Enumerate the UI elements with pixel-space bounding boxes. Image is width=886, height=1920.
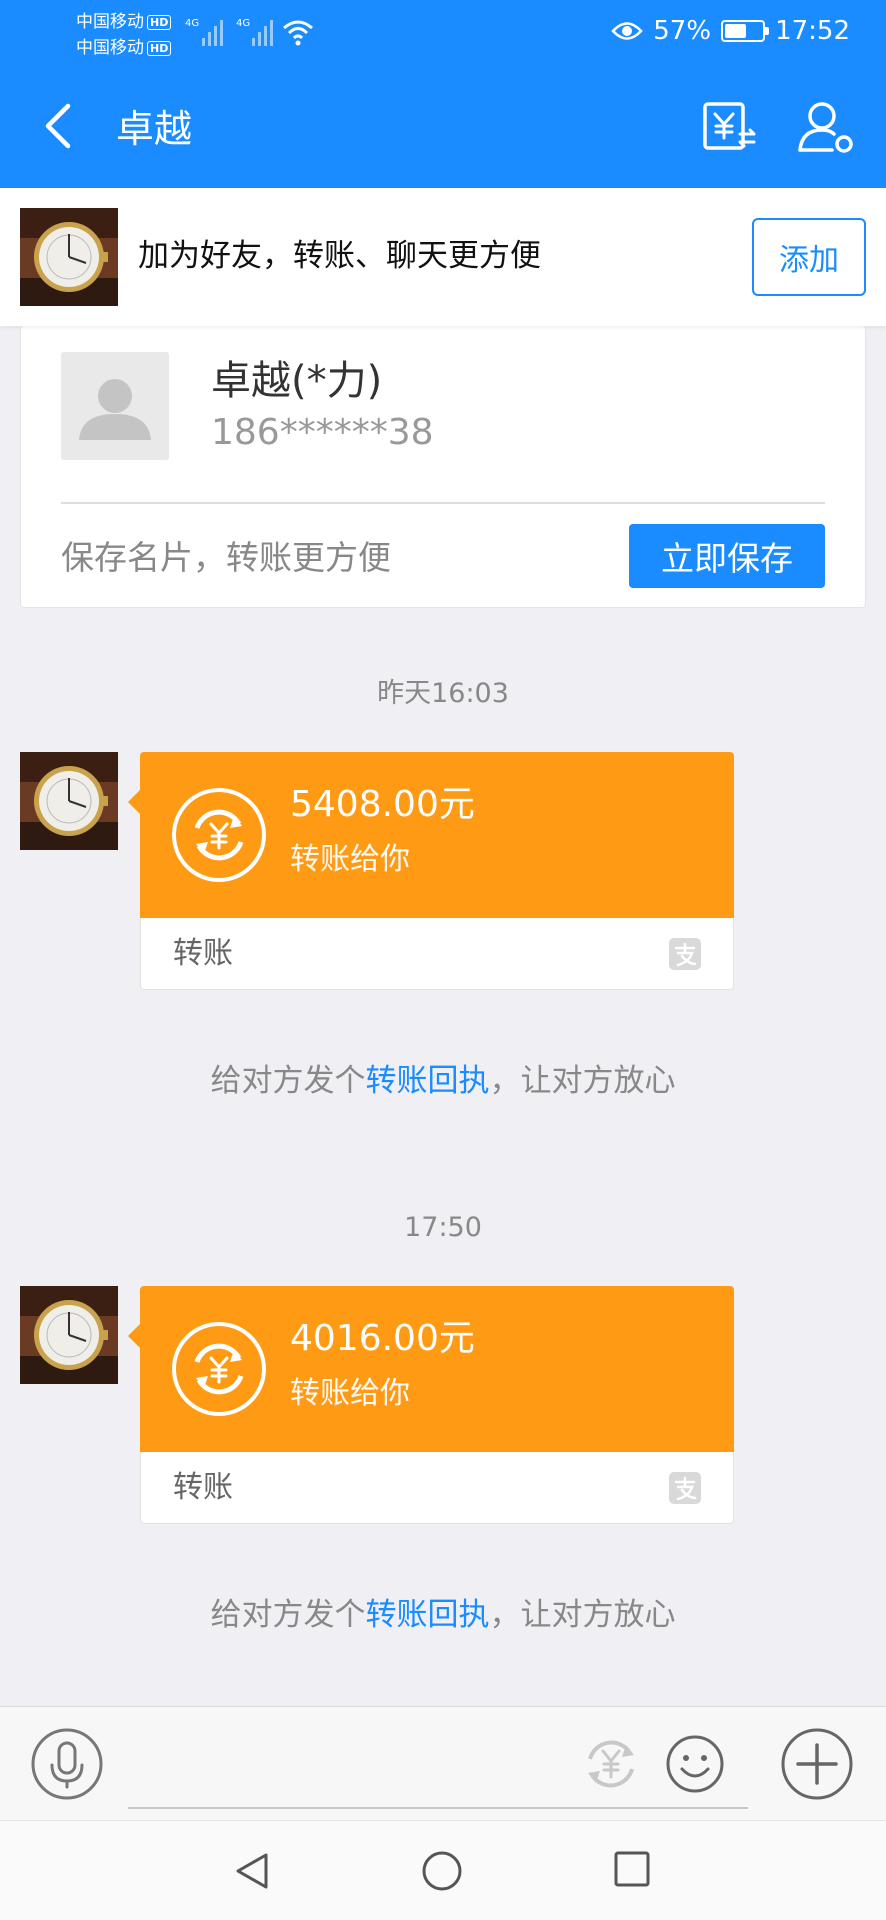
- bubble-tail: [128, 790, 140, 814]
- transfer-message[interactable]: 4016.00元 转账给你 转账: [128, 1286, 734, 1524]
- transfer-message[interactable]: 5408.00元 转账给你 转账: [128, 752, 734, 990]
- page-title: 卓越: [116, 107, 193, 151]
- transfer-amount: 5408.00元: [290, 784, 475, 825]
- nav-home-icon[interactable]: [420, 1849, 464, 1893]
- contact-phone: 186******38: [211, 412, 434, 453]
- battery-percent: 57%: [653, 16, 712, 46]
- network-type-2: 4G: [236, 18, 251, 29]
- divider: [61, 502, 825, 504]
- receipt-suffix: ，让对方放心: [489, 1597, 676, 1633]
- eye-icon: [611, 22, 643, 40]
- transfer-amount: 4016.00元: [290, 1318, 475, 1359]
- bubble-tail: [128, 1324, 140, 1348]
- message-timestamp: 昨天16:03: [377, 678, 509, 709]
- nav-back-icon[interactable]: [230, 1849, 274, 1893]
- carrier-2: 中国移动 HD: [76, 38, 172, 58]
- chevron-left-icon[interactable]: [36, 98, 86, 154]
- message-timestamp: 17:50: [404, 1212, 482, 1243]
- signal-icon: [252, 16, 273, 46]
- nav-recent-icon[interactable]: [612, 1849, 652, 1889]
- avatar[interactable]: [20, 208, 118, 306]
- wifi-icon: [283, 20, 313, 46]
- signal-icon: [202, 16, 223, 46]
- receipt-prefix: 给对方发个: [210, 1063, 366, 1099]
- yuan-transfer-circle-icon: [172, 1322, 266, 1416]
- carrier-2-label: 中国移动: [76, 38, 144, 58]
- carrier-1-label: 中国移动: [76, 12, 144, 32]
- transfer-receipt-link[interactable]: 转账回执: [366, 1063, 490, 1099]
- clock: 17:52: [775, 16, 850, 46]
- transfer-bubble-footer: 转账: [140, 1452, 734, 1524]
- contact-name: 卓越(*力): [211, 358, 383, 404]
- battery-icon: [721, 20, 770, 42]
- transfer-subtitle: 转账给你: [290, 842, 410, 877]
- header: 卓越: [0, 70, 886, 188]
- avatar[interactable]: [20, 752, 118, 850]
- add-friend-hint: 加为好友，转账、聊天更方便: [138, 238, 541, 274]
- alipay-icon: [669, 1472, 701, 1504]
- contact-card: 卓越(*力) 186******38 保存名片，转账更方便 立即保存: [20, 326, 866, 608]
- yuan-transfer-circle-icon: [172, 788, 266, 882]
- transfer-receipt-link[interactable]: 转账回执: [366, 1597, 490, 1633]
- status-right: 57% 17:52: [611, 16, 850, 46]
- carrier-1: 中国移动 HD: [76, 12, 172, 32]
- hd-badge: HD: [147, 14, 172, 30]
- transfer-label: 转账: [173, 1470, 233, 1505]
- message-input[interactable]: [128, 1727, 748, 1809]
- receipt-prompt: 给对方发个转账回执，让对方放心: [0, 1060, 886, 1102]
- system-nav-bar: [0, 1820, 886, 1920]
- receipt-suffix: ，让对方放心: [489, 1063, 676, 1099]
- person-settings-icon[interactable]: [796, 96, 856, 156]
- save-card-button[interactable]: 立即保存: [629, 524, 825, 588]
- status-bar: 中国移动 HD 中国移动 HD 4G 4G 57% 17:52: [0, 0, 886, 70]
- default-avatar-icon: [61, 352, 169, 460]
- alipay-icon: [669, 938, 701, 970]
- microphone-icon[interactable]: [30, 1727, 104, 1801]
- transfer-label: 转账: [173, 936, 233, 971]
- smiley-icon[interactable]: [664, 1733, 726, 1795]
- yuan-pay-icon[interactable]: [580, 1733, 642, 1795]
- save-card-hint: 保存名片，转账更方便: [61, 538, 391, 577]
- transfer-bubble-body[interactable]: 5408.00元 转账给你: [128, 752, 734, 918]
- add-friend-button[interactable]: 添加: [752, 218, 866, 296]
- add-friend-bar: 加为好友，转账、聊天更方便 添加: [0, 188, 886, 326]
- input-bar: [0, 1706, 886, 1820]
- avatar[interactable]: [20, 1286, 118, 1384]
- yuan-transfer-icon[interactable]: [700, 96, 760, 156]
- transfer-bubble-body[interactable]: 4016.00元 转账给你: [128, 1286, 734, 1452]
- transfer-subtitle: 转账给你: [290, 1376, 410, 1411]
- receipt-prefix: 给对方发个: [210, 1597, 366, 1633]
- hd-badge: HD: [147, 40, 172, 56]
- transfer-bubble-footer: 转账: [140, 918, 734, 990]
- network-type-1: 4G: [185, 18, 200, 29]
- plus-icon[interactable]: [780, 1727, 854, 1801]
- receipt-prompt: 给对方发个转账回执，让对方放心: [0, 1594, 886, 1636]
